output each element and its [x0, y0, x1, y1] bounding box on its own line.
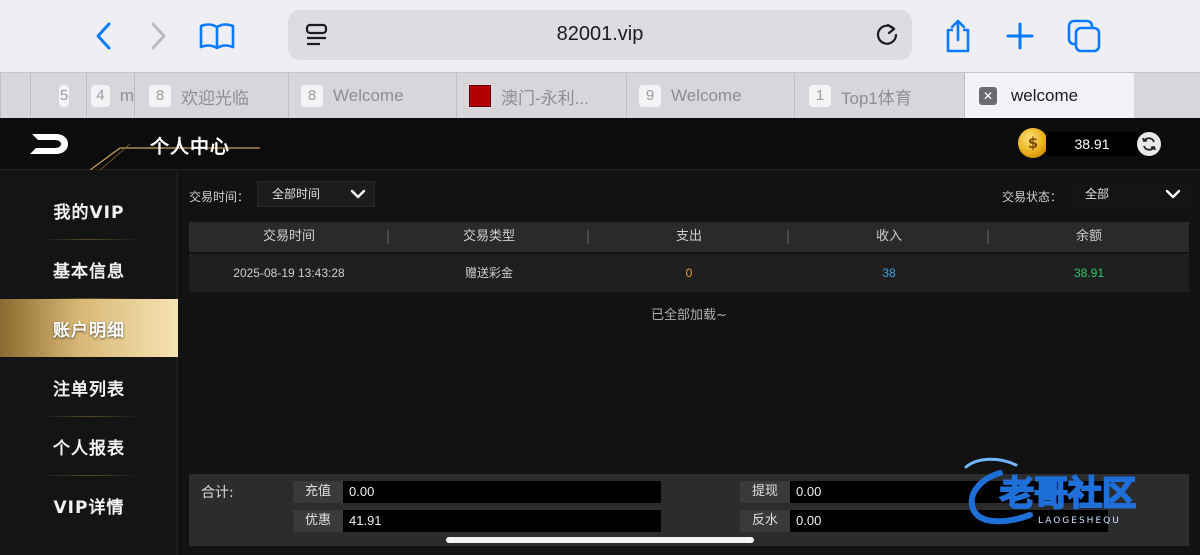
- sidebar-item-personal-report[interactable]: 个人报表: [0, 417, 178, 475]
- cell-income: 38: [882, 266, 896, 280]
- sidebar-item-vip-details[interactable]: VIP详情: [0, 476, 178, 534]
- sidebar: 我的VIP 基本信息 账户明细 注单列表 个人报表 VIP详情: [0, 170, 178, 555]
- tab-title: Top1体育: [841, 88, 912, 108]
- reload-icon[interactable]: [874, 22, 900, 48]
- watermark-logo: 老哥社区 LAOGESHEQU: [964, 457, 1137, 526]
- close-tab-icon[interactable]: ✕: [979, 87, 997, 105]
- summary-label: 合计:: [201, 485, 234, 501]
- refresh-balance-icon[interactable]: [1137, 132, 1161, 156]
- column-header-income: 收入: [789, 222, 989, 252]
- cell-time: 2025-08-19 13:43:28: [233, 266, 345, 280]
- tab-welcome-2[interactable]: 9 Welcome: [626, 73, 794, 119]
- status-filter-select[interactable]: 全部: [1070, 181, 1190, 207]
- tabs-overview-icon[interactable]: [1064, 16, 1104, 56]
- bookmarks-icon[interactable]: [197, 16, 237, 56]
- recharge-label: 充值: [293, 481, 343, 503]
- tab-number-badge: 8: [301, 85, 323, 107]
- sidebar-item-basic-info[interactable]: 基本信息: [0, 240, 178, 298]
- tab-title: Welcome: [333, 86, 404, 105]
- column-header-balance: 余额: [1075, 229, 1102, 244]
- tab-welcome-active[interactable]: ✕ welcome: [964, 73, 1134, 119]
- tab-title: 澳门-永利...: [501, 88, 589, 108]
- discount-value: 41.91: [343, 510, 661, 532]
- tab-edge: [0, 73, 30, 119]
- table-header: 交易时间 交易类型 支出 收入 余额: [189, 222, 1189, 252]
- withdraw-label: 提现: [740, 481, 790, 503]
- balance-value: 38.91: [1046, 132, 1138, 156]
- recharge-value: 0.00: [343, 481, 661, 503]
- tab-number-badge: 8: [149, 85, 171, 107]
- tab-title: Welcome: [671, 86, 742, 105]
- browser-toolbar: 82001.vip: [0, 0, 1200, 72]
- tab-number-badge: 4: [91, 85, 110, 107]
- time-filter-select[interactable]: 全部时间: [257, 181, 375, 207]
- app-header: 个人中心 $ 38.91: [0, 118, 1200, 170]
- status-filter-label: 交易状态：: [1002, 190, 1063, 204]
- home-indicator[interactable]: [446, 537, 754, 543]
- summary-discount: 优惠 41.91: [293, 510, 661, 532]
- cell-type: 赠送彩金: [464, 266, 513, 280]
- tab-top1[interactable]: 1 Top1体育: [794, 73, 964, 119]
- url-text[interactable]: 82001.vip: [288, 23, 912, 46]
- page-title: 个人中心: [150, 136, 231, 158]
- share-icon[interactable]: [938, 16, 978, 56]
- status-filter-value: 全部: [1085, 187, 1110, 201]
- tab-title: m: [119, 86, 134, 105]
- time-filter-label: 交易时间：: [189, 190, 250, 204]
- tab-title: 欢迎光临: [181, 88, 249, 108]
- tab-macau[interactable]: 澳门-永利...: [456, 73, 626, 119]
- tab-welcome-cn[interactable]: 8 欢迎光临: [134, 73, 288, 119]
- all-loaded-text: 已全部加载~: [651, 308, 727, 323]
- tab-5[interactable]: 5: [30, 73, 86, 119]
- column-header-expense: 支出: [589, 222, 789, 252]
- coin-icon: $: [1018, 128, 1048, 158]
- summary-recharge: 充值 0.00: [293, 481, 661, 503]
- rebate-label: 反水: [740, 510, 790, 532]
- tab-bar: 5 4 m 8 欢迎光临 8 Welcome 澳门-永利... 9 Welcom…: [0, 72, 1200, 119]
- site-favicon-icon: [469, 85, 491, 107]
- sidebar-item-my-vip[interactable]: 我的VIP: [0, 181, 178, 239]
- column-header-time: 交易时间: [189, 222, 389, 252]
- table-row: 2025-08-19 13:43:28 赠送彩金 0 38 38.91: [189, 254, 1189, 292]
- tab-number-badge: 5: [59, 85, 69, 107]
- forward-icon[interactable]: [138, 16, 178, 56]
- new-tab-icon[interactable]: [1000, 16, 1040, 56]
- tab-title: welcome: [1011, 86, 1079, 105]
- tab-number-badge: 9: [639, 85, 661, 107]
- chevron-down-icon: [1165, 182, 1181, 214]
- sidebar-item-bet-list[interactable]: 注单列表: [0, 358, 178, 416]
- address-bar[interactable]: 82001.vip: [288, 10, 912, 60]
- cell-expense: 0: [685, 266, 693, 280]
- chevron-down-icon: [350, 182, 366, 214]
- discount-label: 优惠: [293, 510, 343, 532]
- tab-welcome-1[interactable]: 8 Welcome: [288, 73, 456, 119]
- column-header-type: 交易类型: [389, 222, 589, 252]
- sidebar-item-account-details[interactable]: 账户明细: [0, 299, 178, 357]
- time-filter-value: 全部时间: [272, 187, 321, 201]
- logo-icon[interactable]: [28, 130, 72, 158]
- tab-4[interactable]: 4 m: [86, 73, 134, 119]
- cell-balance: 38.91: [1073, 266, 1105, 280]
- back-icon[interactable]: [84, 16, 124, 56]
- watermark-subtext: LAOGESHEQU: [1038, 516, 1121, 526]
- tab-number-badge: 1: [809, 85, 831, 107]
- watermark-text: 老哥社区: [1000, 474, 1136, 514]
